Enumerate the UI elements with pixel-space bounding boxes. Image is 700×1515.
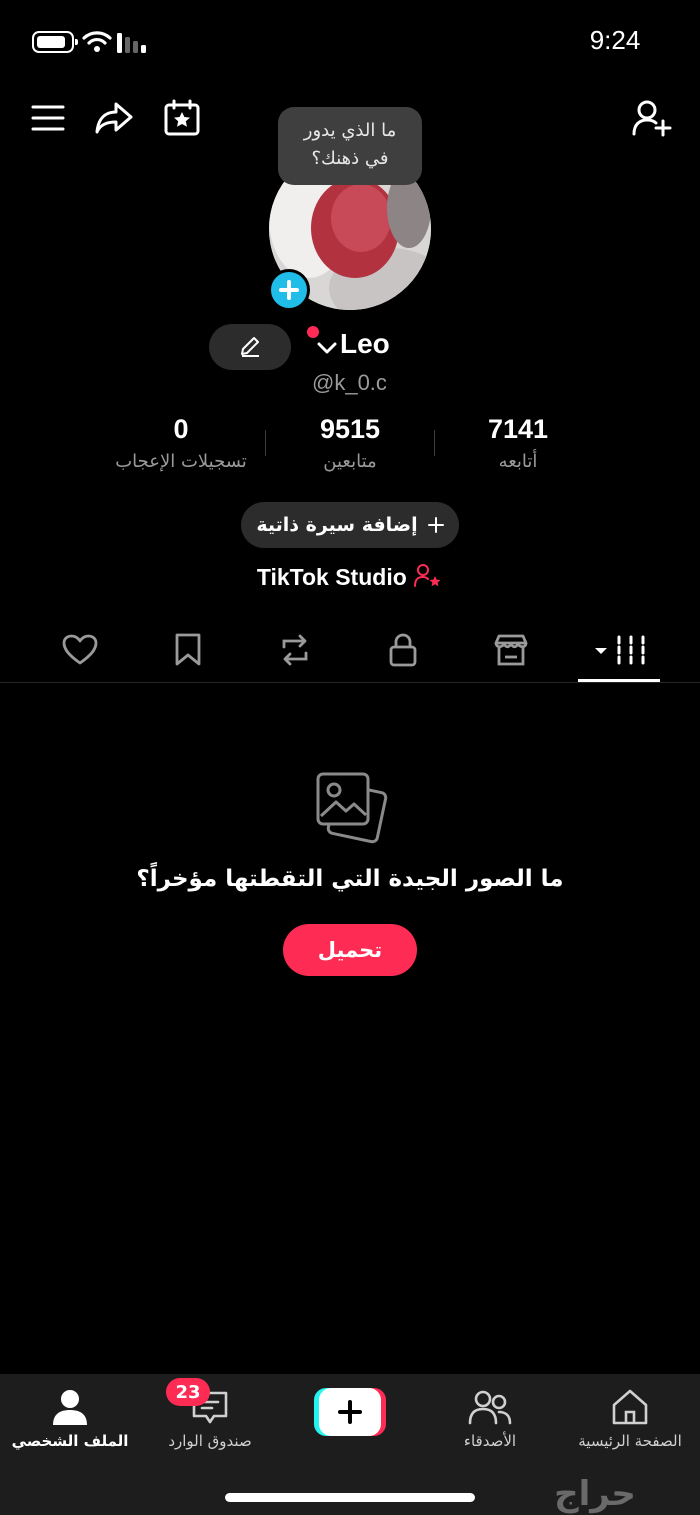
add-story-button[interactable] <box>268 269 310 311</box>
stat-following[interactable]: 7141 أتابعه <box>433 414 603 472</box>
nav-profile[interactable]: الملف الشخصي <box>0 1384 140 1450</box>
add-bio-label: إضافة سيرة ذاتية <box>256 514 418 536</box>
stat-value: 9515 <box>319 414 381 444</box>
tab-favorites[interactable] <box>158 628 218 672</box>
profile-handle: @k_0.c <box>312 370 387 395</box>
nav-friends-label: الأصدقاء <box>463 1432 517 1450</box>
tab-reposts[interactable] <box>265 628 325 672</box>
nav-profile-label: الملف الشخصي <box>11 1432 129 1450</box>
tab-active-indicator <box>578 679 660 682</box>
photos-icon <box>316 772 388 844</box>
nav-inbox-label: صندوق الوارد <box>168 1432 252 1450</box>
watermark-logo: حراج <box>554 1474 636 1514</box>
wifi-icon <box>82 31 112 52</box>
add-bio-button[interactable]: إضافة سيرة ذاتية <box>241 502 459 548</box>
home-icon <box>612 1389 648 1425</box>
tab-liked[interactable] <box>50 628 110 672</box>
tabs-divider <box>0 682 700 683</box>
stat-followers[interactable]: 9515 متابعين <box>265 414 435 472</box>
home-indicator <box>225 1493 475 1502</box>
status-time: 9:24 <box>589 25 641 55</box>
stat-label: تسجيلات الإعجاب <box>115 451 247 472</box>
studio-label: TikTok Studio <box>256 564 407 590</box>
bookmark-icon <box>175 633 201 666</box>
create-button[interactable] <box>314 1388 386 1436</box>
calendar-star-icon[interactable] <box>160 96 204 140</box>
lock-icon <box>389 633 417 667</box>
heart-icon <box>62 634 98 665</box>
note-line-2: في ذهنك؟ <box>311 148 389 169</box>
tab-private[interactable] <box>373 628 433 672</box>
menu-icon[interactable] <box>26 96 70 140</box>
person-star-icon <box>414 564 441 587</box>
stat-label: أتابعه <box>498 451 538 472</box>
stat-label: متابعين <box>323 451 377 472</box>
status-dot <box>307 326 319 338</box>
tiktok-studio-link[interactable]: TikTok Studio <box>150 563 550 591</box>
empty-state-title: ما الصور الجيدة التي التقطتها مؤخراً؟ <box>136 866 564 892</box>
chevron-down-icon[interactable] <box>316 340 338 356</box>
upload-button[interactable]: تحميل <box>283 924 417 976</box>
profile-icon <box>53 1390 87 1425</box>
plus-icon <box>427 517 444 533</box>
nav-home[interactable]: الصفحة الرئيسية <box>560 1384 700 1450</box>
repost-icon <box>282 634 308 666</box>
edit-profile-button[interactable] <box>209 324 291 370</box>
inbox-badge: 23 <box>166 1378 210 1406</box>
nav-home-label: الصفحة الرئيسية <box>578 1432 682 1450</box>
battery-icon <box>32 31 78 53</box>
share-icon[interactable] <box>92 96 136 140</box>
add-friend-icon[interactable] <box>630 96 674 140</box>
note-line-1: ما الذي يدور <box>303 120 397 141</box>
nav-friends[interactable]: الأصدقاء <box>420 1384 560 1450</box>
nav-inbox[interactable]: صندوق الوارد <box>140 1384 280 1450</box>
signal-icon <box>117 33 146 53</box>
pencil-icon <box>241 337 259 357</box>
videos-grid-icon <box>595 635 645 665</box>
shop-icon <box>494 634 528 666</box>
stat-value: 0 <box>173 414 189 444</box>
tab-shop[interactable] <box>481 628 541 672</box>
stat-likes[interactable]: 0 تسجيلات الإعجاب <box>96 414 266 472</box>
stat-value: 7141 <box>487 414 549 444</box>
note-bubble[interactable]: ما الذي يدور في ذهنك؟ <box>278 107 422 185</box>
friends-icon <box>468 1390 512 1425</box>
profile-name[interactable]: Leo <box>340 328 390 360</box>
plus-icon <box>279 280 299 300</box>
tab-videos[interactable] <box>590 628 650 672</box>
